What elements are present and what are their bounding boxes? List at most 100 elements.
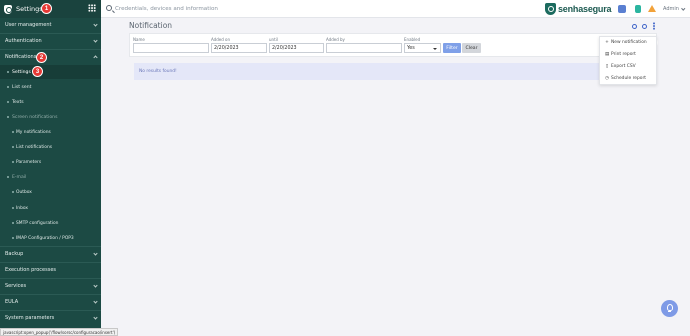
bullet-icon [12,222,14,224]
bullet-icon [12,207,14,209]
menu-item-label: New notification [611,40,647,45]
sidebar-item-smtp-configuration[interactable]: SMTP configuration [0,216,101,230]
camera-icon[interactable] [618,5,626,13]
browser-status-bar: javascript:open_popup('/flow/sorsc/confi… [0,328,119,336]
menu-item-schedule-report[interactable]: ◷ Schedule report [600,73,658,84]
sidebar-group-email[interactable]: E-mail [0,170,101,184]
menu-item-print-report[interactable]: ▤ Print report [600,49,658,60]
sidebar: Settings User management Authentication … [0,0,101,336]
sidebar-item-label: Parameters [16,159,42,165]
sidebar-item-user-management[interactable]: User management [0,18,101,32]
logo-text: senhasegura [558,4,612,14]
sidebar-item-texts[interactable]: Texts [0,95,101,109]
sidebar-item-list-sent[interactable]: List sent [0,80,101,94]
bullet-icon [12,131,14,133]
bullet-icon [7,116,9,118]
chevron-down-icon [93,251,98,256]
clear-button[interactable]: Clear [462,43,481,53]
lightbulb-help-button[interactable] [661,300,678,317]
chevron-down-icon [93,38,98,43]
sidebar-item-label: System parameters [5,315,55,321]
menu-item-label: Print report [611,52,636,57]
sidebar-item-services[interactable]: Services [0,279,101,293]
menu-item-label: Export CSV [611,64,636,69]
chevron-down-icon [93,22,98,27]
sidebar-item-label: SMTP configuration [16,220,59,226]
sidebar-item-execution-processes[interactable]: Execution processes [0,263,101,277]
enabled-select-value: Yes [407,45,415,51]
added-by-input[interactable] [326,43,402,53]
caret-down-icon [433,47,437,50]
shield-icon [4,4,12,14]
sidebar-item-notifications[interactable]: Notifications [0,50,101,64]
sidebar-group-screen-notifications[interactable]: Screen notifications [0,110,101,124]
chevron-down-icon[interactable] [681,6,686,11]
sidebar-item-label: Texts [12,99,24,105]
brand-logo: senhasegura [545,3,612,15]
until-date-input[interactable]: 2/20/2023 [269,43,324,53]
refresh-icon[interactable] [642,24,647,29]
device-icon[interactable] [635,5,641,13]
bullet-icon [12,237,14,239]
actions-dropdown-menu: + New notification ▤ Print report ▯ Export … [599,36,657,85]
search-input[interactable] [115,3,415,14]
more-options-icon[interactable] [653,22,655,30]
page-title: Notification [129,21,173,30]
sidebar-item-label: List notifications [16,144,53,150]
circle-icon[interactable] [632,24,637,29]
sidebar-item-settings[interactable]: Settings [0,65,101,79]
apps-grid-icon[interactable] [88,4,96,12]
sidebar-item-label: IMAP Configuration / POP3 [16,235,74,241]
sidebar-item-imap-configuration[interactable]: IMAP Configuration / POP3 [0,231,101,245]
warning-icon[interactable] [648,5,656,12]
sidebar-item-label: Settings [12,69,31,75]
bullet-icon [7,86,9,88]
sidebar-item-label: Execution processes [5,267,57,273]
filter-button[interactable]: Filter [443,43,461,53]
sidebar-item-label: Screen notifications [12,114,58,120]
added-on-label: Added on [211,37,230,42]
until-label: until [269,37,278,42]
sidebar-item-label: Outbox [16,189,32,195]
logo-shield-icon [545,3,556,15]
sidebar-item-my-notifications[interactable]: My notifications [0,125,101,139]
sidebar-item-parameters[interactable]: Parameters [0,155,101,169]
annotation-badge-2: 2 [36,52,47,63]
menu-item-new-notification[interactable]: + New notification [600,37,658,48]
bullet-icon [7,101,9,103]
sidebar-item-authentication[interactable]: Authentication [0,34,101,48]
empty-results-message: No results found! [134,63,657,80]
name-input[interactable] [133,43,209,53]
sidebar-item-label: Authentication [5,38,42,44]
sidebar-item-backup[interactable]: Backup [0,247,101,261]
enabled-select[interactable]: Yes [404,43,441,53]
annotation-badge-3: 3 [32,66,43,77]
print-icon: ▤ [605,52,610,57]
user-name[interactable]: Admin [663,6,679,12]
chevron-down-icon [93,283,98,288]
app-title: Settings [16,5,43,13]
bullet-icon [12,146,14,148]
name-label: Name [133,37,145,42]
sidebar-item-label: Services [5,283,27,289]
menu-item-export-csv[interactable]: ▯ Export CSV [600,61,658,72]
added-on-date-input[interactable]: 2/20/2023 [211,43,267,53]
sidebar-item-system-parameters[interactable]: System parameters [0,311,101,325]
enabled-label: Enabled [404,37,421,42]
sidebar-item-eula[interactable]: EULA [0,295,101,309]
sidebar-item-outbox[interactable]: Outbox [0,185,101,199]
sidebar-item-list-notifications[interactable]: List notifications [0,140,101,154]
menu-item-label: Schedule report [611,76,646,81]
chevron-down-icon [93,315,98,320]
sidebar-item-label: User management [5,22,52,28]
sidebar-item-inbox[interactable]: Inbox [0,201,101,215]
chevron-up-icon [93,55,98,60]
sidebar-item-label: E-mail [12,174,27,180]
plus-icon: + [605,40,609,45]
bullet-icon [12,161,14,163]
sidebar-item-label: Inbox [16,205,29,211]
clock-icon: ◷ [605,76,609,81]
sidebar-item-label: EULA [5,299,19,305]
added-by-label: Added by [326,37,345,42]
sidebar-item-label: My notifications [16,129,51,135]
